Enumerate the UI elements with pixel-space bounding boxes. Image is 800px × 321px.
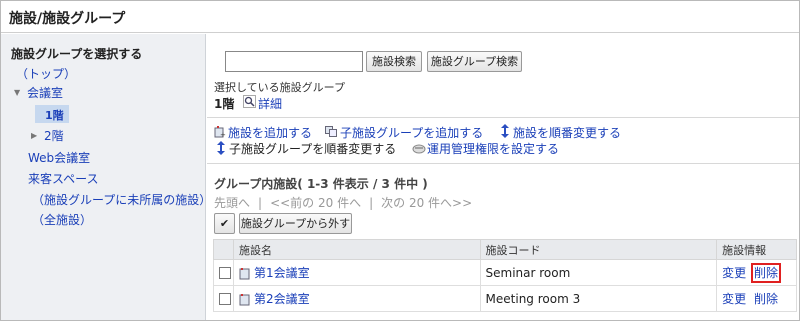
expand-down-icon[interactable]: ▼	[14, 88, 20, 97]
header-facility-name: 施設名	[232, 239, 481, 260]
delete-link[interactable]: 削除	[750, 263, 781, 283]
facility-code: Meeting room 3	[479, 285, 718, 312]
table-row: 第1会議室 Seminar room 変更 削除	[213, 259, 797, 286]
reorder-arrows-icon	[216, 141, 226, 158]
sidebar: 施設グループを選択する （トップ） ▼ 会議室 1階 ▶ 2階 Web会議室 来…	[1, 34, 211, 320]
expand-right-icon[interactable]: ▶	[31, 131, 37, 140]
permission-key-icon	[412, 142, 426, 157]
sidebar-item-top[interactable]: （トップ）	[16, 65, 76, 82]
facility-code: Seminar room	[479, 259, 718, 286]
sidebar-item-1f-selected[interactable]: 1階	[35, 105, 69, 123]
facility-icon	[239, 293, 252, 306]
pager: 先頭へ | <<前の 20 件へ | 次の 20 件へ>>	[214, 196, 473, 210]
facility-icon	[239, 267, 252, 280]
header-facility-code: 施設コード	[479, 239, 718, 260]
add-facility-link[interactable]: 施設を追加する	[228, 124, 312, 141]
reorder-facilities-link[interactable]: 施設を順番変更する	[513, 124, 621, 141]
page-title: 施設/施設グループ	[9, 11, 126, 27]
facility-name-link[interactable]: 第1会議室	[254, 266, 310, 280]
check-all-button[interactable]: ✔	[214, 213, 235, 234]
facility-name-link[interactable]: 第2会議室	[254, 292, 310, 306]
detail-magnifier-icon[interactable]	[243, 95, 256, 111]
sidebar-item-label: 1階	[45, 109, 64, 122]
sidebar-item-guest-space[interactable]: 来客スペース	[28, 170, 99, 187]
facility-table: 施設名 施設コード 施設情報 第1会議室 Seminar room 変更 削除 …	[213, 239, 797, 312]
set-permissions-link[interactable]: 運用管理権限を設定する	[427, 140, 559, 157]
pager-prev: <<前の 20 件へ	[270, 196, 362, 210]
sidebar-item-web-meeting[interactable]: Web会議室	[28, 149, 90, 166]
table-header-row: 施設名 施設コード 施設情報	[213, 239, 797, 260]
selected-group-name: 1階	[214, 97, 235, 111]
divider	[207, 117, 799, 118]
row-checkbox[interactable]	[219, 267, 231, 279]
selected-group-caption: 選択している施設グループ	[214, 81, 346, 94]
reorder-child-groups-link[interactable]: 子施設グループを順番変更する	[229, 140, 396, 157]
pager-first: 先頭へ	[214, 196, 251, 210]
reorder-arrows-icon	[500, 124, 510, 141]
header-checkbox-cell	[213, 239, 234, 260]
delete-link[interactable]: 削除	[754, 292, 778, 306]
list-section-title: グループ内施設( 1-3 件表示 / 3 件中 )	[214, 177, 428, 191]
edit-link[interactable]: 変更	[722, 266, 746, 280]
title-bar: 施設/施設グループ	[1, 1, 799, 33]
facility-search-button[interactable]: 施設検索	[366, 51, 422, 72]
sidebar-heading: 施設グループを選択する	[11, 47, 143, 61]
group-search-button[interactable]: 施設グループ検索	[427, 51, 522, 72]
add-child-group-link[interactable]: 子施設グループを追加する	[340, 124, 483, 141]
remove-from-group-button[interactable]: 施設グループから外す	[239, 213, 352, 234]
table-row: 第2会議室 Meeting room 3 変更 削除	[213, 285, 797, 312]
main-panel: 施設検索 施設グループ検索 選択している施設グループ 1階 詳細 + 施設を追加…	[207, 34, 799, 320]
sidebar-item-unassigned[interactable]: （施設グループに未所属の施設）	[32, 191, 211, 208]
detail-link[interactable]: 詳細	[258, 95, 282, 112]
sidebar-item-all[interactable]: （全施設）	[32, 211, 92, 228]
search-input[interactable]	[225, 51, 363, 72]
svg-text:+: +	[220, 131, 226, 138]
sidebar-item-meeting-rooms[interactable]: 会議室	[27, 84, 63, 101]
row-checkbox[interactable]	[219, 293, 231, 305]
divider	[207, 163, 799, 164]
pager-next: 次の 20 件へ>>	[381, 196, 473, 210]
header-facility-info: 施設情報	[716, 239, 797, 260]
add-child-group-icon	[325, 125, 338, 141]
sidebar-item-2f[interactable]: 2階	[44, 127, 64, 144]
edit-link[interactable]: 変更	[722, 292, 746, 306]
add-facility-icon: +	[214, 125, 227, 141]
